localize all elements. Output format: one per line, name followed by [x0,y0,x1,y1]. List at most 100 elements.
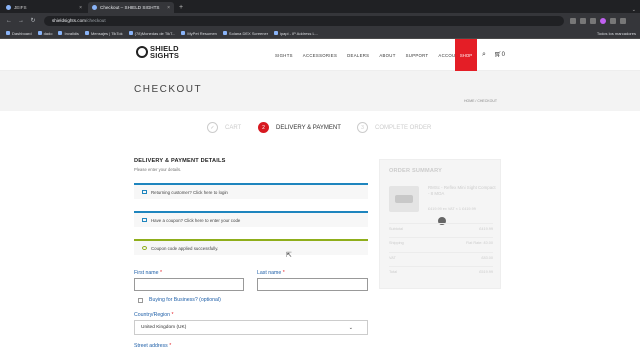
bookmark-favicon-icon [6,31,10,35]
summary-row-vat: VAT £83.00 [389,252,493,260]
main-menu: SIGHTS ACCESSORIES DEALERS ABOUT SUPPORT… [275,39,472,71]
last-name-field[interactable] [257,278,368,291]
bookmark-item[interactable]: Invalidis [58,31,79,36]
back-icon[interactable]: ← [6,18,12,24]
check-icon: ✓ [207,122,218,133]
address-bar-row: ← → ↻ shieldsights.com/checkout [0,13,640,28]
page-title: CHECKOUT [134,84,203,95]
step-label: DELIVERY & PAYMENT [276,124,341,131]
menu-item-dealers[interactable]: DEALERS [347,53,369,58]
product-price: £419.99 ex VAT × 1 £419.99 [428,207,476,211]
menu-item-about[interactable]: ABOUT [379,53,395,58]
summary-row-shipping: Shipping Flat Rate: £0.00 [389,237,493,245]
check-circle-icon [142,246,147,250]
tab-checkout[interactable]: Checkout – SHIELD SIGHTS × [88,2,174,13]
url-domain: shieldsights.com [52,18,86,23]
country-value: United Kingdom (UK) [141,325,187,330]
extension-icon[interactable] [580,17,586,24]
street-address-label: Street address * [134,343,172,349]
profile-icon[interactable] [600,17,606,24]
form-heading: DELIVERY & PAYMENT DETAILS [134,158,226,164]
search-icon[interactable]: ⌕ [482,51,486,59]
extensions-area [570,17,626,24]
new-tab-button[interactable]: + [179,2,183,13]
close-icon[interactable]: × [167,5,170,11]
bookmark-favicon-icon [84,31,89,35]
product-name[interactable]: RMSc - Reflex Mini Sight Compact - 8 MOA [428,185,498,197]
cart-count: 0 [501,52,505,58]
cart-icon: 🛒︎ [494,52,502,58]
step-cart[interactable]: ✓ CART [207,122,241,133]
tab-jeifs[interactable]: JEIFS × [2,2,86,13]
summary-row-total: Total £519.99 [389,266,493,274]
logo-mark-icon [136,46,148,58]
step-number: 3 [357,122,368,133]
summary-row-subtotal: Subtotal £419.99 [389,223,493,231]
bookmark-favicon-icon [128,31,133,35]
site-header: SHIELD SIGHTS SIGHTS ACCESSORIES DEALERS… [0,39,640,71]
page-banner: CHECKOUT HOME / CHECKOUT [0,71,640,111]
tab-title: Checkout – SHIELD SIGHTS [100,5,160,10]
menu-item-accessories[interactable]: ACCESSORIES [303,53,337,58]
bookmark-favicon-icon [222,31,227,35]
step-label: CART [225,124,242,131]
product-image [389,186,419,212]
last-name-label: Last name * [257,270,285,276]
browser-tab-bar: JEIFS × Checkout – SHIELD SIGHTS × + ⌄ [0,0,640,13]
bookmark-favicon-icon [274,31,279,35]
country-label: Country/Region * [134,312,174,318]
menu-item-sights[interactable]: SIGHTS [275,53,293,58]
bookmark-item[interactable]: Mensajes | TikTok [84,31,123,36]
bookmark-item[interactable]: MyPet Resumen [181,31,217,36]
bookmark-item[interactable]: Dashboard [6,31,32,36]
business-label[interactable]: Buying for Business? (optional) [149,297,221,303]
url-path: /checkout [85,18,106,23]
mouse-cursor-icon: ⇱ [286,252,292,259]
extension-icon[interactable] [610,17,616,24]
step-complete-order: 3 COMPLETE ORDER [357,122,431,133]
extension-icon[interactable] [570,17,576,24]
window-icon [142,190,147,194]
logo-text: SHIELD SIGHTS [150,44,180,60]
business-checkbox[interactable] [138,298,143,303]
web-page: SHIELD SIGHTS SIGHTS ACCESSORIES DEALERS… [0,39,640,349]
tab-favicon-icon [6,5,11,10]
returning-customer-notice[interactable]: Returning customer? Click here to login [134,183,368,199]
country-select[interactable]: United Kingdom (UK) ⌄ [134,320,368,335]
step-number: 2 [258,122,269,133]
all-bookmarks-button[interactable]: Todos los marcadores [597,31,636,36]
extension-icon[interactable] [590,17,596,24]
step-label: COMPLETE ORDER [375,124,432,131]
close-icon[interactable]: × [79,5,82,11]
url-field[interactable]: shieldsights.com/checkout [44,15,564,26]
coupon-notice[interactable]: Have a coupon? Click here to enter your … [134,211,368,227]
forward-icon[interactable]: → [18,18,24,24]
breadcrumb: HOME / CHECKOUT [463,99,497,103]
menu-item-support[interactable]: SUPPORT [406,53,429,58]
first-name-field[interactable] [134,278,244,291]
chevron-down-icon: ⌄ [348,324,353,331]
tab-favicon-icon [92,5,97,10]
bookmark-item[interactable]: ipapi - IP Address L... [274,31,318,36]
logo[interactable]: SHIELD SIGHTS [136,45,179,59]
form-subheading: Please enter your details. [134,167,182,172]
step-delivery-payment: 2 DELIVERY & PAYMENT [258,122,341,133]
bookmark-item[interactable]: (78)Monedas de TikT... [128,31,175,36]
window-icon [142,218,147,222]
bookmarks-bar: Dashboard dado Invalidis Mensajes | TikT… [0,28,640,39]
bookmark-item[interactable]: Solana DEX Screener [222,31,268,36]
order-summary: ORDER SUMMARY RMSc - Reflex Mini Sight C… [379,159,501,289]
menu-icon[interactable] [620,17,626,24]
cart-button[interactable]: 🛒︎0 [494,51,505,58]
menu-item-shop[interactable]: SHOP [455,39,477,71]
order-summary-title: ORDER SUMMARY [389,168,443,174]
bookmark-favicon-icon [58,31,63,35]
bookmark-favicon-icon [37,31,42,35]
checkout-steps: ✓ CART 2 DELIVERY & PAYMENT 3 COMPLETE O… [0,122,640,138]
first-name-label: First name * [134,270,162,276]
tab-title: JEIFS [14,5,27,10]
coupon-success-message: Coupon code applied successfully. [134,239,368,255]
bookmark-item[interactable]: dado [37,31,52,36]
bookmark-favicon-icon [181,31,186,35]
reload-icon[interactable]: ↻ [30,17,36,24]
